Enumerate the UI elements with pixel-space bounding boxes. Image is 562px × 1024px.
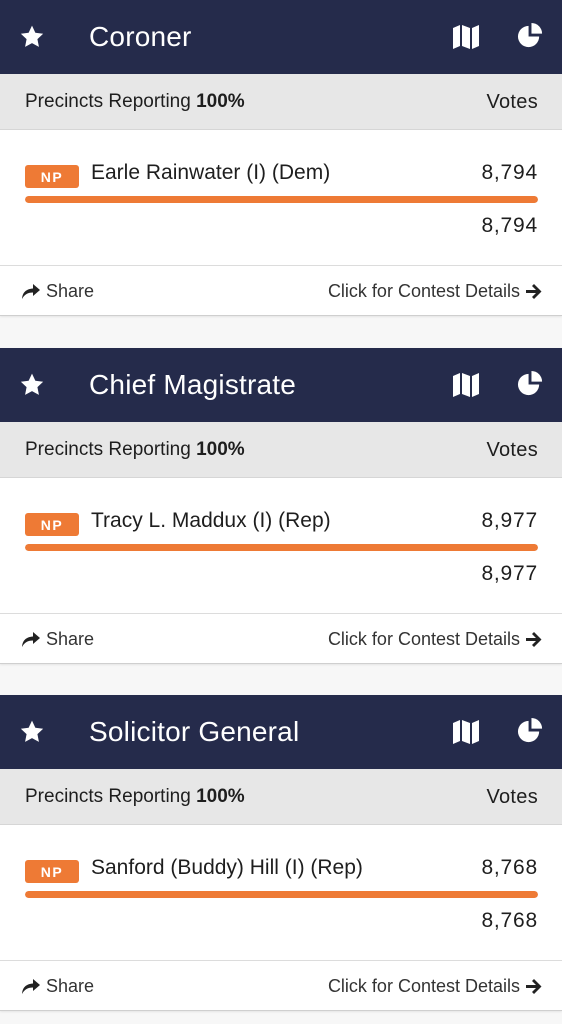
contest-details-label: Click for Contest Details bbox=[327, 629, 520, 649]
vote-share-bar bbox=[25, 196, 538, 203]
map-icon[interactable] bbox=[452, 24, 480, 50]
contest-title: Chief Magistrate bbox=[89, 369, 297, 400]
contest-details-link[interactable]: Click for Contest Details bbox=[328, 976, 542, 997]
contest-title: Coroner bbox=[89, 21, 192, 52]
contest-details-link[interactable]: Click for Contest Details bbox=[328, 629, 542, 650]
party-badge: NP bbox=[25, 513, 79, 536]
candidate-votes: 8,977 bbox=[481, 509, 538, 532]
share-label: Share bbox=[46, 629, 95, 649]
contest-card: Chief Magistrate Precincts Reporting 100… bbox=[0, 348, 562, 664]
map-icon[interactable] bbox=[452, 372, 480, 398]
share-button[interactable]: Share bbox=[21, 629, 94, 650]
arrow-right-icon bbox=[526, 632, 542, 647]
precincts-reporting: Precincts Reporting 100% bbox=[25, 439, 245, 460]
results-subheader: Precincts Reporting 100% Votes bbox=[0, 769, 562, 825]
vote-share-fill bbox=[25, 891, 538, 898]
precincts-value: 100% bbox=[196, 786, 245, 807]
share-button[interactable]: Share bbox=[21, 976, 94, 997]
contest-title: Solicitor General bbox=[89, 716, 300, 747]
contest-footer: Share Click for Contest Details bbox=[0, 266, 562, 317]
share-button[interactable]: Share bbox=[21, 281, 94, 302]
candidate-name: Sanford (Buddy) Hill (I) (Rep) bbox=[91, 856, 363, 879]
vote-share-fill bbox=[25, 196, 538, 203]
contest-details-link[interactable]: Click for Contest Details bbox=[328, 281, 542, 302]
contest-card: Coroner Precincts Reporting 100% Votes N… bbox=[0, 0, 562, 316]
total-votes: 8,794 bbox=[481, 214, 538, 237]
share-label: Share bbox=[46, 281, 95, 301]
votes-column-header: Votes bbox=[486, 439, 538, 461]
precincts-reporting: Precincts Reporting 100% bbox=[25, 91, 245, 112]
vote-share-bar bbox=[25, 544, 538, 551]
map-icon[interactable] bbox=[452, 719, 480, 745]
contest-footer: Share Click for Contest Details bbox=[0, 961, 562, 1012]
total-votes: 8,977 bbox=[481, 562, 538, 585]
share-label: Share bbox=[46, 976, 95, 996]
results-subheader: Precincts Reporting 100% Votes bbox=[0, 422, 562, 478]
candidate-votes: 8,768 bbox=[481, 856, 538, 879]
votes-column-header: Votes bbox=[486, 786, 538, 808]
vote-share-bar bbox=[25, 891, 538, 898]
star-icon[interactable] bbox=[19, 719, 45, 745]
candidate-name: Earle Rainwater (I) (Dem) bbox=[91, 161, 331, 184]
arrow-right-icon bbox=[526, 979, 542, 994]
precincts-reporting: Precincts Reporting 100% bbox=[25, 786, 245, 807]
star-icon[interactable] bbox=[19, 24, 45, 50]
party-badge: NP bbox=[25, 860, 79, 883]
candidate-row: NP Earle Rainwater (I) (Dem) 8,794 8,794 bbox=[0, 130, 562, 266]
arrow-right-icon bbox=[526, 284, 542, 299]
contest-details-label: Click for Contest Details bbox=[327, 281, 520, 301]
share-icon bbox=[22, 978, 40, 994]
share-icon bbox=[22, 631, 40, 647]
precincts-value: 100% bbox=[196, 439, 245, 460]
contest-card: Solicitor General Precincts Reporting 10… bbox=[0, 695, 562, 1011]
contest-header: Chief Magistrate bbox=[0, 348, 562, 422]
results-subheader: Precincts Reporting 100% Votes bbox=[0, 74, 562, 130]
star-icon[interactable] bbox=[19, 372, 45, 398]
votes-column-header: Votes bbox=[486, 91, 538, 113]
party-badge: NP bbox=[25, 165, 79, 188]
candidate-name: Tracy L. Maddux (I) (Rep) bbox=[91, 509, 331, 532]
contest-details-label: Click for Contest Details bbox=[327, 976, 520, 996]
vote-share-fill bbox=[25, 544, 538, 551]
contest-header: Solicitor General bbox=[0, 695, 562, 769]
candidate-row: NP Sanford (Buddy) Hill (I) (Rep) 8,768 … bbox=[0, 825, 562, 961]
contest-footer: Share Click for Contest Details bbox=[0, 614, 562, 665]
pie-chart-icon[interactable] bbox=[517, 371, 544, 398]
candidate-votes: 8,794 bbox=[481, 161, 538, 184]
candidate-row: NP Tracy L. Maddux (I) (Rep) 8,977 8,977 bbox=[0, 478, 562, 614]
share-icon bbox=[22, 283, 40, 299]
contest-header: Coroner bbox=[0, 0, 562, 74]
total-votes: 8,768 bbox=[481, 909, 538, 932]
precincts-value: 100% bbox=[196, 91, 245, 112]
pie-chart-icon[interactable] bbox=[517, 718, 544, 745]
pie-chart-icon[interactable] bbox=[517, 23, 544, 50]
